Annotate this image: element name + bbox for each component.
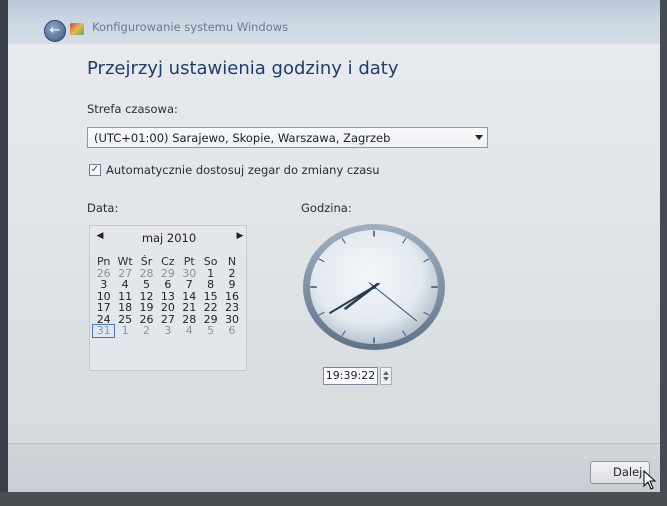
calendar-day[interactable]: 3	[157, 325, 178, 337]
analog-clock	[303, 224, 445, 350]
weekday-header: So	[203, 255, 218, 268]
dst-checkbox[interactable]: ✓	[89, 164, 101, 176]
next-button[interactable]: Dalej	[590, 461, 650, 484]
weekday-header: Wt	[117, 255, 133, 268]
calendar-day[interactable]: 3	[93, 279, 114, 291]
bottom-bar	[8, 443, 660, 492]
time-label: Godzina:	[301, 201, 352, 215]
calendar-day[interactable]: 17	[93, 302, 114, 314]
calendar-month[interactable]: maj 2010	[90, 231, 248, 245]
calendar-day[interactable]: 5	[136, 279, 157, 291]
calendar-day[interactable]: 5	[200, 325, 221, 337]
calendar-day[interactable]: 4	[179, 325, 200, 337]
calendar-header: ◀ maj 2010 ▶	[90, 231, 248, 247]
mouse-cursor-icon	[643, 470, 657, 490]
chevron-right-icon[interactable]: ▶	[234, 231, 246, 241]
calendar-day[interactable]: 4	[114, 279, 135, 291]
timezone-dropdown[interactable]: (UTC+01:00) Sarajewo, Skopie, Warszawa, …	[87, 127, 488, 148]
timezone-label: Strefa czasowa:	[87, 102, 178, 116]
weekday-header: N	[227, 255, 237, 268]
calendar: ◀ maj 2010 ▶ Pn Wt Śr Cz Pt So N 26 27 28 29 30 1 2 3 4…	[89, 225, 247, 371]
calendar-day[interactable]: 6	[157, 279, 178, 291]
title-bar: ← Konfigurowanie systemu Windows	[8, 0, 660, 44]
windows-setup-icon	[70, 23, 84, 35]
calendar-day[interactable]: 6	[221, 325, 242, 337]
calendar-day[interactable]: 9	[221, 279, 242, 291]
chevron-down-icon	[475, 135, 483, 140]
time-spinner[interactable]	[380, 367, 392, 385]
time-input[interactable]: 19:39:22	[323, 367, 378, 385]
calendar-grid: Pn Wt Śr Cz Pt So N 26 27 28 29 30 1 2 3 4 5 6 7 8 9 10 11 12 13…	[91, 255, 243, 338]
calendar-day[interactable]: 20	[157, 302, 178, 314]
calendar-day[interactable]: 31	[91, 324, 116, 338]
back-arrow-icon[interactable]: ←	[44, 20, 66, 42]
spin-down-icon[interactable]	[383, 377, 389, 381]
weekday-header: Śr	[140, 255, 153, 268]
calendar-day[interactable]: 21	[179, 302, 200, 314]
setup-window: ← Konfigurowanie systemu Windows Przejrz…	[8, 0, 660, 492]
timezone-value: (UTC+01:00) Sarajewo, Skopie, Warszawa, …	[94, 131, 391, 145]
date-label: Data:	[87, 201, 119, 215]
calendar-day[interactable]: 1	[114, 325, 135, 337]
weekday-header: Pn	[96, 255, 111, 268]
calendar-day[interactable]: 18	[114, 302, 135, 314]
window-title: Konfigurowanie systemu Windows	[92, 20, 289, 34]
weekday-header: Cz	[161, 255, 175, 268]
spin-up-icon[interactable]	[383, 371, 389, 375]
monitor-frame-right	[660, 0, 667, 506]
calendar-day[interactable]: 22	[200, 302, 221, 314]
clock-center	[372, 285, 376, 289]
calendar-day[interactable]: 2	[136, 325, 157, 337]
page-title: Przejrzyj ustawienia godziny i daty	[87, 58, 399, 79]
calendar-day[interactable]: 7	[179, 279, 200, 291]
monitor-frame-left	[0, 0, 8, 506]
monitor-frame-bottom	[0, 492, 667, 506]
calendar-day[interactable]: 8	[200, 279, 221, 291]
dst-label: Automatycznie dostosuj zegar do zmiany c…	[106, 163, 380, 177]
calendar-day[interactable]: 23	[221, 302, 242, 314]
calendar-day[interactable]: 19	[136, 302, 157, 314]
weekday-header: Pt	[183, 255, 195, 268]
